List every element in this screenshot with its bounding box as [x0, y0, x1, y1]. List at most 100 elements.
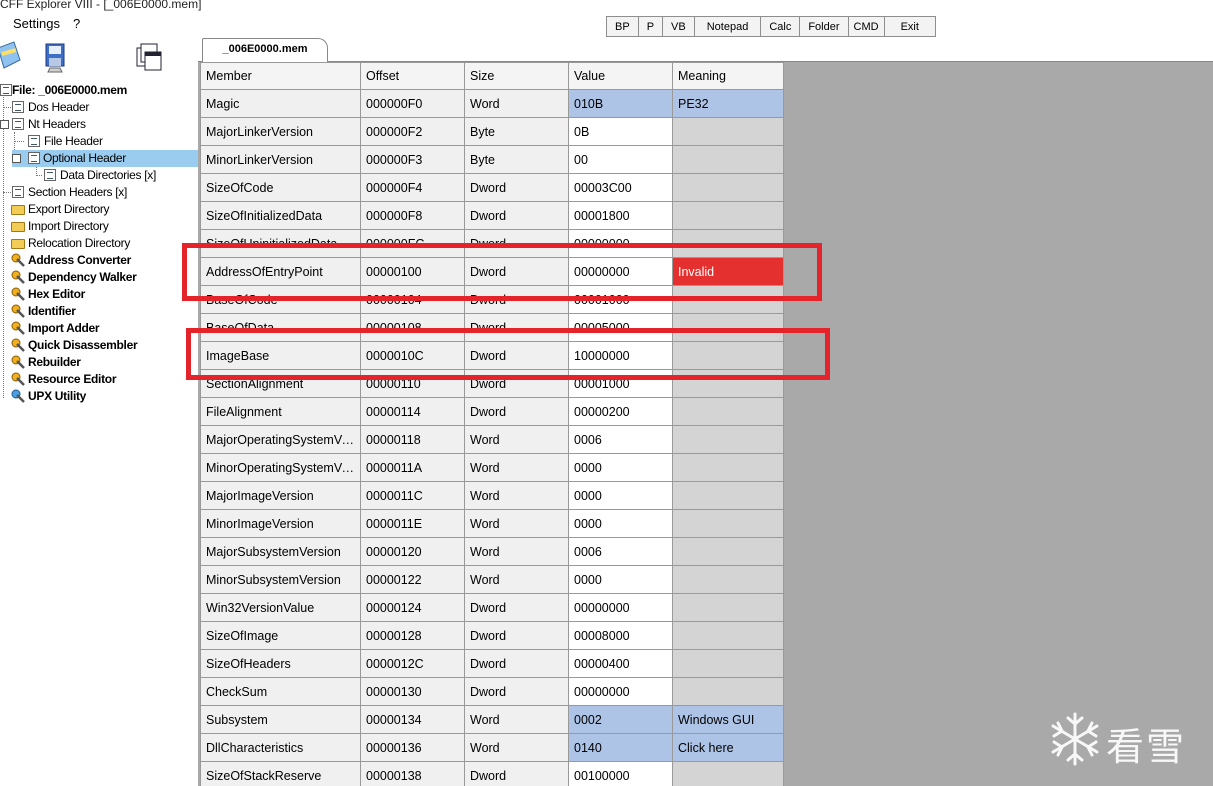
- cell-value[interactable]: 00000000: [568, 677, 673, 706]
- table-row[interactable]: Magic 000000F0 Word 010B PE32: [200, 89, 784, 118]
- tree-item-optional-header[interactable]: Optional Header: [12, 150, 198, 167]
- cell-meaning[interactable]: [672, 397, 784, 426]
- tree-item-data-directories[interactable]: Data Directories [x]: [0, 167, 198, 184]
- tree-item-relocation-directory[interactable]: Relocation Directory: [0, 235, 198, 252]
- table-row[interactable]: SizeOfImage 00000128 Dword 00008000: [200, 621, 784, 650]
- tree-item-import-directory[interactable]: Import Directory: [0, 218, 198, 235]
- table-row[interactable]: MinorSubsystemVersion 00000122 Word 0000: [200, 565, 784, 594]
- cell-value[interactable]: 0002: [568, 705, 673, 734]
- cell-value[interactable]: 00: [568, 145, 673, 174]
- cell-value[interactable]: 00000200: [568, 397, 673, 426]
- exit-button[interactable]: Exit: [883, 16, 936, 37]
- save-icon[interactable]: [40, 40, 70, 74]
- windows-icon[interactable]: [133, 40, 163, 74]
- menu-settings[interactable]: Settings: [13, 16, 60, 31]
- tree-item-address-converter[interactable]: Address Converter: [0, 252, 198, 269]
- table-row[interactable]: MajorImageVersion 0000011C Word 0000: [200, 481, 784, 510]
- open-file-icon[interactable]: [0, 40, 24, 74]
- table-row[interactable]: BaseOfData 00000108 Dword 00005000: [200, 313, 784, 342]
- cell-meaning[interactable]: Click here: [672, 733, 784, 762]
- notepad-button[interactable]: Notepad: [693, 16, 761, 37]
- cell-value[interactable]: 00005000: [568, 313, 673, 342]
- cell-value[interactable]: 00100000: [568, 761, 673, 786]
- cell-meaning[interactable]: [672, 565, 784, 594]
- tree-item-file[interactable]: File: _006E0000.mem: [0, 82, 198, 99]
- vb-button[interactable]: VB: [662, 16, 694, 37]
- cell-meaning[interactable]: [672, 677, 784, 706]
- table-row[interactable]: MajorOperatingSystemVersion 00000118 Word 0…: [200, 425, 784, 454]
- cell-value[interactable]: 00000000: [568, 257, 673, 286]
- cell-value[interactable]: 10000000: [568, 341, 673, 370]
- table-row[interactable]: MinorImageVersion 0000011E Word 0000: [200, 509, 784, 538]
- collapse-icon[interactable]: [12, 154, 21, 163]
- cell-meaning[interactable]: [672, 341, 784, 370]
- tree-item-rebuilder[interactable]: Rebuilder: [0, 354, 198, 371]
- cell-meaning[interactable]: [672, 229, 784, 258]
- cell-meaning[interactable]: [672, 453, 784, 482]
- cell-meaning[interactable]: [672, 593, 784, 622]
- cell-value[interactable]: 0000: [568, 509, 673, 538]
- table-row[interactable]: MajorSubsystemVersion 00000120 Word 0006: [200, 537, 784, 566]
- cell-meaning[interactable]: Windows GUI: [672, 705, 784, 734]
- cell-meaning[interactable]: [672, 481, 784, 510]
- cell-value[interactable]: 00000000: [568, 593, 673, 622]
- cell-value[interactable]: 00001000: [568, 369, 673, 398]
- tree-item-import-adder[interactable]: Import Adder: [0, 320, 198, 337]
- table-row[interactable]: MajorLinkerVersion 000000F2 Byte 0B: [200, 117, 784, 146]
- tree-item-dependency-walker[interactable]: Dependency Walker: [0, 269, 198, 286]
- table-row[interactable]: SizeOfCode 000000F4 Dword 00003C00: [200, 173, 784, 202]
- column-header-member[interactable]: Member: [200, 62, 361, 90]
- cmd-button[interactable]: CMD: [847, 16, 884, 37]
- cell-value[interactable]: 0000: [568, 453, 673, 482]
- cell-value[interactable]: 0006: [568, 537, 673, 566]
- cell-value[interactable]: 0006: [568, 425, 673, 454]
- tree-item-file-header[interactable]: File Header: [0, 133, 198, 150]
- table-row[interactable]: Subsystem 00000134 Word 0002 Windows GUI: [200, 705, 784, 734]
- bp-button[interactable]: BP: [606, 16, 638, 37]
- cell-meaning[interactable]: [672, 285, 784, 314]
- cell-value[interactable]: 0000: [568, 481, 673, 510]
- table-row[interactable]: FileAlignment 00000114 Dword 00000200: [200, 397, 784, 426]
- p-button[interactable]: P: [637, 16, 663, 37]
- cell-value[interactable]: 00003C00: [568, 173, 673, 202]
- cell-value[interactable]: 0140: [568, 733, 673, 762]
- tree-item-upx-utility[interactable]: UPX Utility: [0, 388, 198, 405]
- tree-item-identifier[interactable]: Identifier: [0, 303, 198, 320]
- tree-item-nt-headers[interactable]: Nt Headers: [0, 116, 198, 133]
- cell-meaning[interactable]: [672, 201, 784, 230]
- cell-meaning[interactable]: [672, 425, 784, 454]
- cell-meaning[interactable]: Invalid: [672, 257, 784, 286]
- table-row[interactable]: SizeOfHeaders 0000012C Dword 00000400: [200, 649, 784, 678]
- collapse-icon[interactable]: [0, 120, 9, 129]
- menu-help[interactable]: ?: [73, 16, 80, 31]
- tree-item-resource-editor[interactable]: Resource Editor: [0, 371, 198, 388]
- column-header-offset[interactable]: Offset: [360, 62, 465, 90]
- cell-meaning[interactable]: [672, 761, 784, 786]
- table-row[interactable]: SectionAlignment 00000110 Dword 00001000: [200, 369, 784, 398]
- column-header-meaning[interactable]: Meaning: [672, 62, 784, 90]
- table-row[interactable]: Win32VersionValue 00000124 Dword 00000000: [200, 593, 784, 622]
- table-row[interactable]: SizeOfInitializedData 000000F8 Dword 000018…: [200, 201, 784, 230]
- tree-item-export-directory[interactable]: Export Directory: [0, 201, 198, 218]
- table-row[interactable]: BaseOfCode 00000104 Dword 00001000: [200, 285, 784, 314]
- table-row[interactable]: MinorOperatingSystemVersion 0000011A Word 0…: [200, 453, 784, 482]
- cell-value[interactable]: 0000: [568, 565, 673, 594]
- cell-value[interactable]: 00000000: [568, 229, 673, 258]
- cell-value[interactable]: 0B: [568, 117, 673, 146]
- cell-meaning[interactable]: [672, 621, 784, 650]
- cell-meaning[interactable]: PE32: [672, 89, 784, 118]
- cell-value[interactable]: 00008000: [568, 621, 673, 650]
- cell-value[interactable]: 00001800: [568, 201, 673, 230]
- table-row[interactable]: MinorLinkerVersion 000000F3 Byte 00: [200, 145, 784, 174]
- column-header-size[interactable]: Size: [464, 62, 569, 90]
- cell-value[interactable]: 010B: [568, 89, 673, 118]
- tree-item-section-headers[interactable]: Section Headers [x]: [0, 184, 198, 201]
- cell-meaning[interactable]: [672, 649, 784, 678]
- table-row[interactable]: AddressOfEntryPoint 00000100 Dword 00000000…: [200, 257, 784, 286]
- cell-meaning[interactable]: [672, 537, 784, 566]
- cell-meaning[interactable]: [672, 509, 784, 538]
- calc-button[interactable]: Calc: [760, 16, 800, 37]
- table-row[interactable]: ImageBase 0000010C Dword 10000000: [200, 341, 784, 370]
- cell-value[interactable]: 00000400: [568, 649, 673, 678]
- folder-button[interactable]: Folder: [799, 16, 848, 37]
